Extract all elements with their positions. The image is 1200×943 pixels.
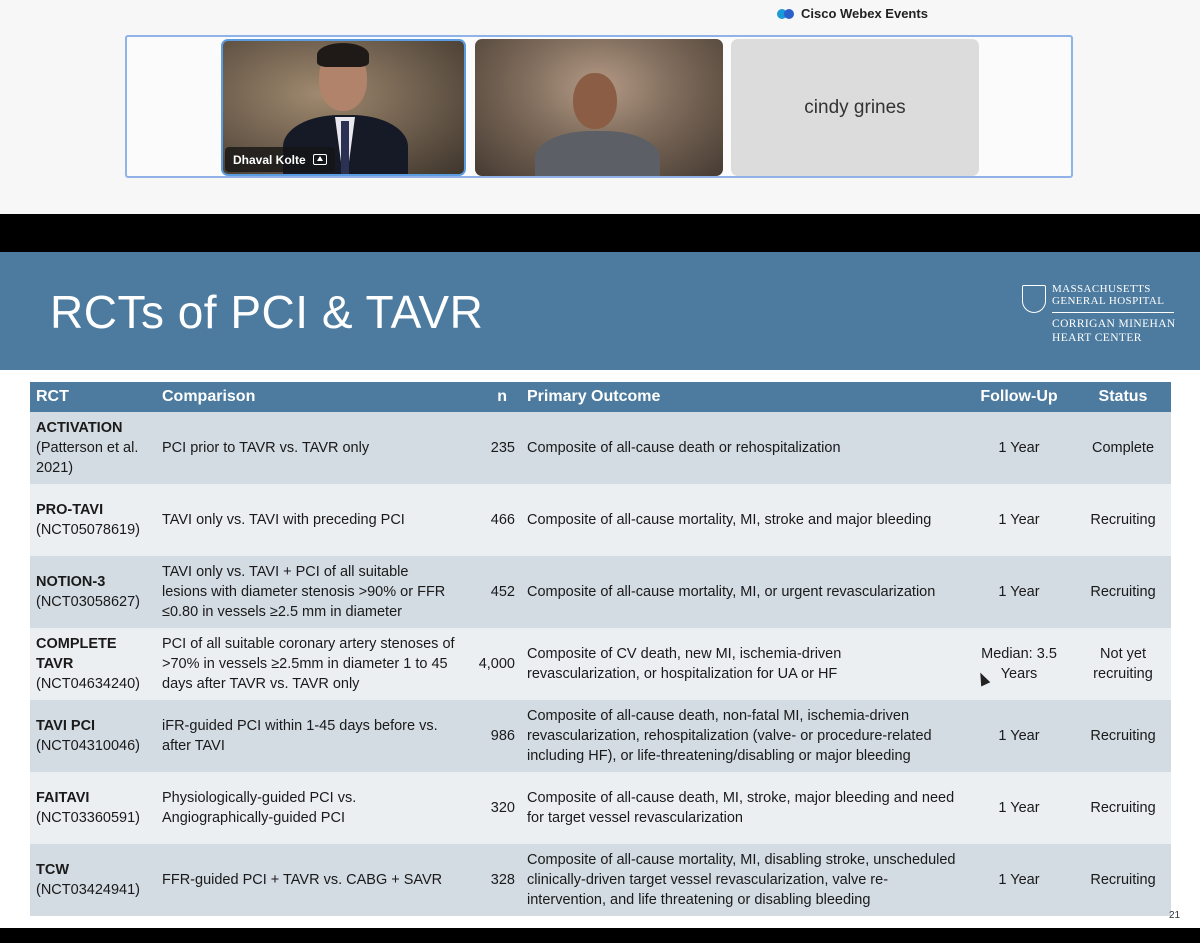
cell-follow-up: 1 Year bbox=[963, 700, 1075, 772]
cell-n: 235 bbox=[462, 412, 521, 484]
cell-n: 452 bbox=[462, 556, 521, 628]
rct-ref: (NCT04310046) bbox=[36, 738, 140, 754]
cell-status: Recruiting bbox=[1075, 556, 1171, 628]
participant-video bbox=[535, 131, 660, 176]
cell-status: Recruiting bbox=[1075, 772, 1171, 844]
cell-status: Recruiting bbox=[1075, 844, 1171, 916]
webex-brand-label: Cisco Webex Events bbox=[801, 6, 928, 21]
rct-ref: (NCT04634240) bbox=[36, 676, 140, 692]
webex-logo-icon bbox=[777, 7, 795, 21]
cell-comparison: TAVI only vs. TAVI with preceding PCI bbox=[156, 484, 462, 556]
mgh-logo-divider bbox=[1052, 312, 1174, 313]
cell-n: 320 bbox=[462, 772, 521, 844]
mgh-logo: MASSACHUSETTS GENERAL HOSPITAL CORRIGAN … bbox=[1022, 283, 1182, 345]
cell-comparison: TAVI only vs. TAVI + PCI of all suitable… bbox=[156, 556, 462, 628]
table-row: NOTION-3 (NCT03058627) TAVI only vs. TAVI… bbox=[30, 556, 1171, 628]
cell-outcome: Composite of all-cause mortality, MI, st… bbox=[521, 484, 963, 556]
table-row: FAITAVI (NCT03360591) Physiologically-gui… bbox=[30, 772, 1171, 844]
cell-n: 986 bbox=[462, 700, 521, 772]
cell-status: Recruiting bbox=[1075, 484, 1171, 556]
cell-outcome: Composite of all-cause death, non-fatal … bbox=[521, 700, 963, 772]
header-comparison: Comparison bbox=[156, 382, 462, 412]
table-row: TAVI PCI (NCT04310046) iFR-guided PCI wit… bbox=[30, 700, 1171, 772]
cell-outcome: Composite of all-cause death or rehospit… bbox=[521, 412, 963, 484]
rct-name: PRO-TAVI bbox=[36, 502, 104, 518]
rct-name: TAVI PCI bbox=[36, 718, 96, 734]
cell-outcome: Composite of CV death, new MI, ischemia-… bbox=[521, 628, 963, 700]
cell-follow-up: 1 Year bbox=[963, 484, 1075, 556]
cell-follow-up: 1 Year bbox=[963, 556, 1075, 628]
video-tile-participant-2[interactable] bbox=[475, 39, 723, 176]
participant-name: cindy grines bbox=[804, 96, 906, 118]
rct-ref: (Patterson et al. 2021) bbox=[36, 440, 139, 476]
rct-name: TCW bbox=[36, 862, 70, 878]
mgh-shield-icon bbox=[1022, 285, 1046, 313]
cell-follow-up: 1 Year bbox=[963, 844, 1075, 916]
mgh-logo-line1: MASSACHUSETTS GENERAL HOSPITAL bbox=[1052, 283, 1165, 307]
header-status: Status bbox=[1075, 382, 1171, 412]
cell-outcome: Composite of all-cause mortality, MI, di… bbox=[521, 844, 963, 916]
cell-n: 466 bbox=[462, 484, 521, 556]
slide-page-number: 21 bbox=[1169, 910, 1181, 921]
participant-name-tag: Dhaval Kolte bbox=[225, 147, 335, 172]
table-header-row: RCT Comparison n Primary Outcome Follow-… bbox=[30, 382, 1171, 412]
participant-video-hair bbox=[317, 43, 369, 67]
table-row: TCW (NCT03424941) FFR-guided PCI + TAVR v… bbox=[30, 844, 1171, 916]
cell-follow-up: 1 Year bbox=[963, 772, 1075, 844]
cell-rct: FAITAVI (NCT03360591) bbox=[30, 772, 156, 844]
mgh-logo-line2: CORRIGAN MINEHAN HEART CENTER bbox=[1052, 318, 1176, 344]
slide-title: RCTs of PCI & TAVR bbox=[50, 286, 484, 338]
cell-follow-up: Median: 3.5 Years bbox=[963, 628, 1075, 700]
cell-rct: TCW (NCT03424941) bbox=[30, 844, 156, 916]
participant-video-tie bbox=[341, 121, 349, 174]
webex-brand: Cisco Webex Events bbox=[777, 6, 928, 21]
rct-ref: (NCT03360591) bbox=[36, 810, 140, 826]
letterbox-top bbox=[0, 214, 1200, 252]
rct-table: RCT Comparison n Primary Outcome Follow-… bbox=[30, 382, 1171, 916]
header-primary-outcome: Primary Outcome bbox=[521, 382, 963, 412]
cell-rct: PRO-TAVI (NCT05078619) bbox=[30, 484, 156, 556]
webex-top-bar: Cisco Webex Events Dhaval Kolte cindy gr… bbox=[0, 0, 1200, 214]
header-n: n bbox=[462, 382, 521, 412]
cell-follow-up: 1 Year bbox=[963, 412, 1075, 484]
cell-comparison: PCI prior to TAVR vs. TAVR only bbox=[156, 412, 462, 484]
cell-n: 328 bbox=[462, 844, 521, 916]
letterbox-bottom bbox=[0, 928, 1200, 943]
rct-ref: (NCT03058627) bbox=[36, 594, 140, 610]
cell-rct: ACTIVATION (Patterson et al. 2021) bbox=[30, 412, 156, 484]
rct-ref: (NCT05078619) bbox=[36, 522, 140, 538]
cell-comparison: Physiologically-guided PCI vs. Angiograp… bbox=[156, 772, 462, 844]
slide-header: RCTs of PCI & TAVR MASSACHUSETTS GENERAL… bbox=[0, 252, 1200, 370]
video-tile-cindy-grines[interactable]: cindy grines bbox=[731, 39, 979, 176]
table-row: COMPLETE TAVR (NCT04634240) PCI of all su… bbox=[30, 628, 1171, 700]
cell-status: Recruiting bbox=[1075, 700, 1171, 772]
rct-name: ACTIVATION bbox=[36, 420, 123, 436]
cell-comparison: PCI of all suitable coronary artery sten… bbox=[156, 628, 462, 700]
rct-name: NOTION-3 bbox=[36, 574, 106, 590]
cell-comparison: iFR-guided PCI within 1-45 days before v… bbox=[156, 700, 462, 772]
cell-outcome: Composite of all-cause death, MI, stroke… bbox=[521, 772, 963, 844]
cell-rct: NOTION-3 (NCT03058627) bbox=[30, 556, 156, 628]
cell-status: Complete bbox=[1075, 412, 1171, 484]
cell-rct: TAVI PCI (NCT04310046) bbox=[30, 700, 156, 772]
cell-comparison: FFR-guided PCI + TAVR vs. CABG + SAVR bbox=[156, 844, 462, 916]
shared-slide: RCTs of PCI & TAVR MASSACHUSETTS GENERAL… bbox=[0, 252, 1200, 928]
table-row: PRO-TAVI (NCT05078619) TAVI only vs. TAVI… bbox=[30, 484, 1171, 556]
video-tile-dhaval-kolte[interactable]: Dhaval Kolte bbox=[221, 39, 466, 176]
cell-outcome: Composite of all-cause mortality, MI, or… bbox=[521, 556, 963, 628]
rct-ref: (NCT03424941) bbox=[36, 882, 140, 898]
participant-name: Dhaval Kolte bbox=[233, 152, 306, 167]
cell-rct: COMPLETE TAVR (NCT04634240) bbox=[30, 628, 156, 700]
participant-video-head bbox=[573, 73, 617, 129]
rct-name: FAITAVI bbox=[36, 790, 90, 806]
cell-n: 4,000 bbox=[462, 628, 521, 700]
rct-name: COMPLETE TAVR bbox=[36, 636, 117, 672]
table-row: ACTIVATION (Patterson et al. 2021) PCI pr… bbox=[30, 412, 1171, 484]
header-rct: RCT bbox=[30, 382, 156, 412]
screen-share-icon bbox=[312, 154, 327, 165]
video-strip: Dhaval Kolte cindy grines bbox=[125, 35, 1073, 178]
header-follow-up: Follow-Up bbox=[963, 382, 1075, 412]
cell-status: Not yet recruiting bbox=[1075, 628, 1171, 700]
